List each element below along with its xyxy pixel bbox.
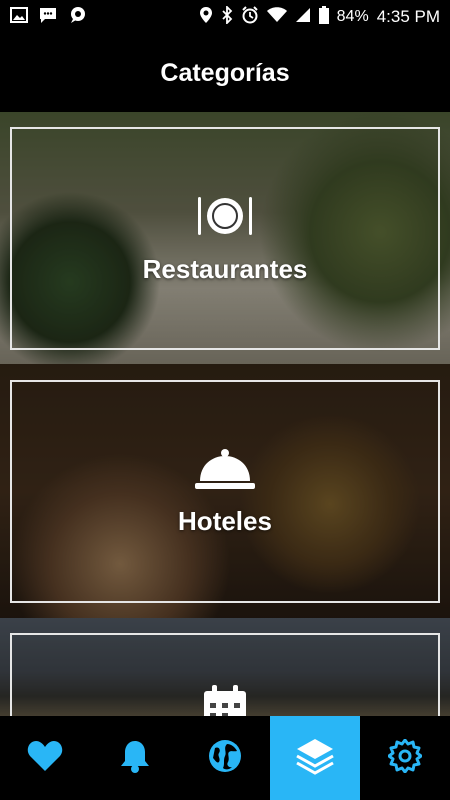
- gallery-icon: [10, 6, 28, 28]
- alarm-icon: [241, 5, 259, 29]
- location-icon: [199, 6, 213, 29]
- globe-icon: [207, 738, 243, 779]
- nav-categories[interactable]: [270, 716, 360, 800]
- battery-icon: [318, 5, 329, 29]
- app-header: Categorías: [0, 34, 450, 112]
- bell-icon: [119, 739, 151, 778]
- category-card-hoteles[interactable]: Hoteles: [10, 380, 440, 603]
- category-card-restaurantes[interactable]: Restaurantes: [10, 127, 440, 350]
- plate-cutlery-icon: [195, 193, 255, 244]
- bottom-navigation: [0, 716, 450, 800]
- nav-explore[interactable]: [180, 716, 270, 800]
- status-time: 4:35 PM: [376, 7, 440, 26]
- chat-bubble-icon: [68, 6, 88, 29]
- page-title: Categorías: [160, 58, 290, 87]
- nav-settings[interactable]: [360, 716, 450, 800]
- service-bell-icon: [194, 447, 256, 496]
- gear-icon: [387, 738, 423, 778]
- heart-icon: [27, 740, 63, 777]
- status-bar: 84% 4:35 PM: [0, 0, 450, 34]
- category-list[interactable]: Restaurantes Hoteles: [0, 112, 450, 716]
- calendar-icon: [200, 685, 250, 716]
- category-label: Restaurantes: [142, 253, 308, 284]
- nav-notifications[interactable]: [90, 716, 180, 800]
- system-icons: 84% 4:35 PM: [199, 4, 440, 29]
- battery-percent: 84%: [336, 8, 369, 25]
- bluetooth-icon: [221, 4, 233, 29]
- signal-icon: [295, 7, 311, 28]
- nav-favorites[interactable]: [0, 716, 90, 800]
- layers-icon: [295, 737, 335, 780]
- message-icon: [38, 6, 58, 29]
- category-card-events[interactable]: [10, 633, 440, 716]
- category-label: Hoteles: [178, 505, 272, 536]
- notification-icons: [10, 6, 88, 29]
- wifi-icon: [266, 6, 287, 28]
